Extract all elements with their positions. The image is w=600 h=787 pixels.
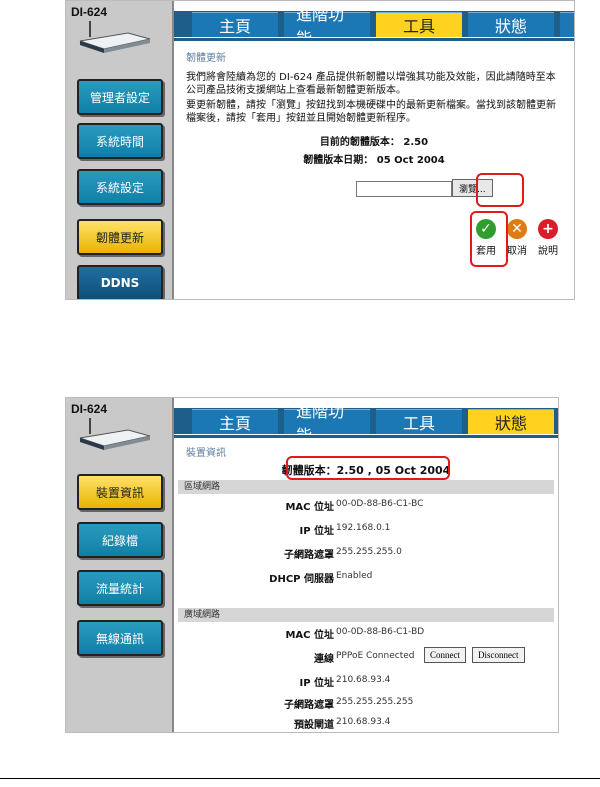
sidebar-item-time[interactable]: 系統時間 — [77, 123, 163, 159]
wan-section-header: 廣域網路 — [178, 608, 554, 622]
lan-ip-value: 192.168.0.1 — [336, 523, 391, 533]
device-info-screenshot: DI-624 裝置資訊 紀錄檔 流量統計 無線通訊 主頁 進階功能 工具 狀態 … — [65, 397, 559, 733]
tab-advanced[interactable]: 進階功能 — [284, 5, 370, 48]
main-panel: 主頁 進階功能 工具 狀態 幫助 裝置資訊 韌體版本：2.50 , 05 Oct… — [174, 398, 558, 732]
description-paragraph-1: 我們將會陸續為您的 DI-624 產品提供新韌體以增強其功能及效能，因此請隨時至… — [186, 72, 556, 96]
cancel-label: 取消 — [507, 246, 527, 257]
sidebar-item-stats[interactable]: 流量統計 — [77, 570, 163, 606]
wan-subnet-label: 子網路遮罩 — [284, 700, 334, 711]
help-button[interactable]: + 說明 — [538, 219, 558, 257]
cancel-button[interactable]: ✕ 取消 — [507, 219, 527, 257]
current-firmware-value: 2.50 — [403, 137, 429, 148]
section-title: 韌體更新 — [186, 53, 226, 64]
firmware-file-input[interactable] — [356, 181, 452, 197]
lan-ip-label: IP 位址 — [299, 526, 334, 537]
tab-bar: 主頁 進階功能 工具 狀態 幫助 — [174, 402, 558, 445]
lan-dhcp-value: Enabled — [336, 571, 373, 581]
page-bottom-rule — [0, 778, 600, 779]
router-icon — [79, 21, 151, 53]
lan-mac-label: MAC 位址 — [285, 502, 334, 513]
tab-home[interactable]: 主頁 — [192, 409, 278, 434]
wan-gateway-label: 預設閘道 — [294, 720, 334, 731]
help-label: 說明 — [538, 246, 558, 257]
wan-gateway-value: 210.68.93.4 — [336, 717, 391, 727]
sidebar-item-device-info[interactable]: 裝置資訊 — [77, 474, 163, 510]
cancel-icon: ✕ — [507, 219, 527, 239]
highlight-apply — [470, 211, 508, 267]
lan-dhcp-label: DHCP 伺服器 — [269, 574, 334, 585]
wan-mac-value: 00-0D-88-B6-C1-BD — [336, 627, 425, 637]
connect-button[interactable]: Connect — [424, 647, 466, 663]
disconnect-button[interactable]: Disconnect — [472, 647, 525, 663]
tab-bar: 主頁 進階功能 工具 狀態 幫助 — [174, 5, 574, 48]
tab-status[interactable]: 狀態 — [468, 409, 554, 434]
lan-subnet-label: 子網路遮罩 — [284, 550, 334, 561]
lan-section-header: 區域網路 — [178, 480, 554, 494]
wan-subnet-value: 255.255.255.255 — [336, 697, 414, 707]
wan-mac-label: MAC 位址 — [285, 630, 334, 641]
main-panel: 主頁 進階功能 工具 狀態 幫助 韌體更新 我們將會陸續為您的 DI-624 產… — [174, 1, 574, 299]
firmware-date-label: 韌體版本日期： — [303, 155, 374, 166]
lan-subnet-value: 255.255.255.0 — [336, 547, 402, 557]
highlight-browse — [476, 173, 524, 207]
wan-ip-label: IP 位址 — [299, 678, 334, 689]
model-label: DI-624 — [71, 402, 108, 416]
firmware-date-value: 05 Oct 2004 — [376, 155, 445, 166]
wan-ip-value: 210.68.93.4 — [336, 675, 391, 685]
lan-mac-value: 00-0D-88-B6-C1-BC — [336, 499, 424, 509]
tab-tools[interactable]: 工具 — [376, 409, 462, 434]
divider — [174, 38, 574, 41]
current-firmware-line: 目前的韌體版本： 2.50 — [174, 133, 574, 148]
help-icon: + — [538, 219, 558, 239]
divider — [174, 435, 558, 438]
wan-connection-label: 連線 — [314, 654, 334, 665]
router-icon — [79, 418, 151, 450]
sidebar-item-admin[interactable]: 管理者設定 — [77, 79, 163, 115]
sidebar: DI-624 裝置資訊 紀錄檔 流量統計 無線通訊 — [66, 398, 174, 732]
model-label: DI-624 — [71, 5, 108, 19]
description-paragraph-2: 要更新韌體，請按「瀏覽」按鈕找到本機硬碟中的最新更新檔案。當找到該韌體更新檔案後… — [186, 100, 556, 124]
firmware-update-screenshot: DI-624 管理者設定 系統時間 系統設定 韌體更新 DDNS 主頁 進階功能… — [65, 0, 575, 300]
tab-advanced[interactable]: 進階功能 — [284, 402, 370, 445]
current-firmware-label: 目前的韌體版本： — [319, 137, 400, 148]
sidebar-item-log[interactable]: 紀錄檔 — [77, 522, 163, 558]
tab-tools[interactable]: 工具 — [376, 12, 462, 37]
firmware-date-line: 韌體版本日期： 05 Oct 2004 — [174, 151, 574, 166]
sidebar-item-system[interactable]: 系統設定 — [77, 169, 163, 205]
sidebar-item-ddns[interactable]: DDNS — [77, 265, 163, 299]
sidebar: DI-624 管理者設定 系統時間 系統設定 韌體更新 DDNS — [66, 1, 174, 299]
wan-connection-value: PPPoE Connected — [336, 651, 415, 661]
tab-help[interactable]: 幫助 — [560, 12, 574, 37]
tab-status[interactable]: 狀態 — [468, 12, 554, 37]
tab-home[interactable]: 主頁 — [192, 12, 278, 37]
section-title: 裝置資訊 — [186, 448, 226, 459]
highlight-firmware-banner — [286, 456, 450, 480]
sidebar-item-firmware[interactable]: 韌體更新 — [77, 219, 163, 255]
sidebar-item-wireless[interactable]: 無線通訊 — [77, 620, 163, 656]
